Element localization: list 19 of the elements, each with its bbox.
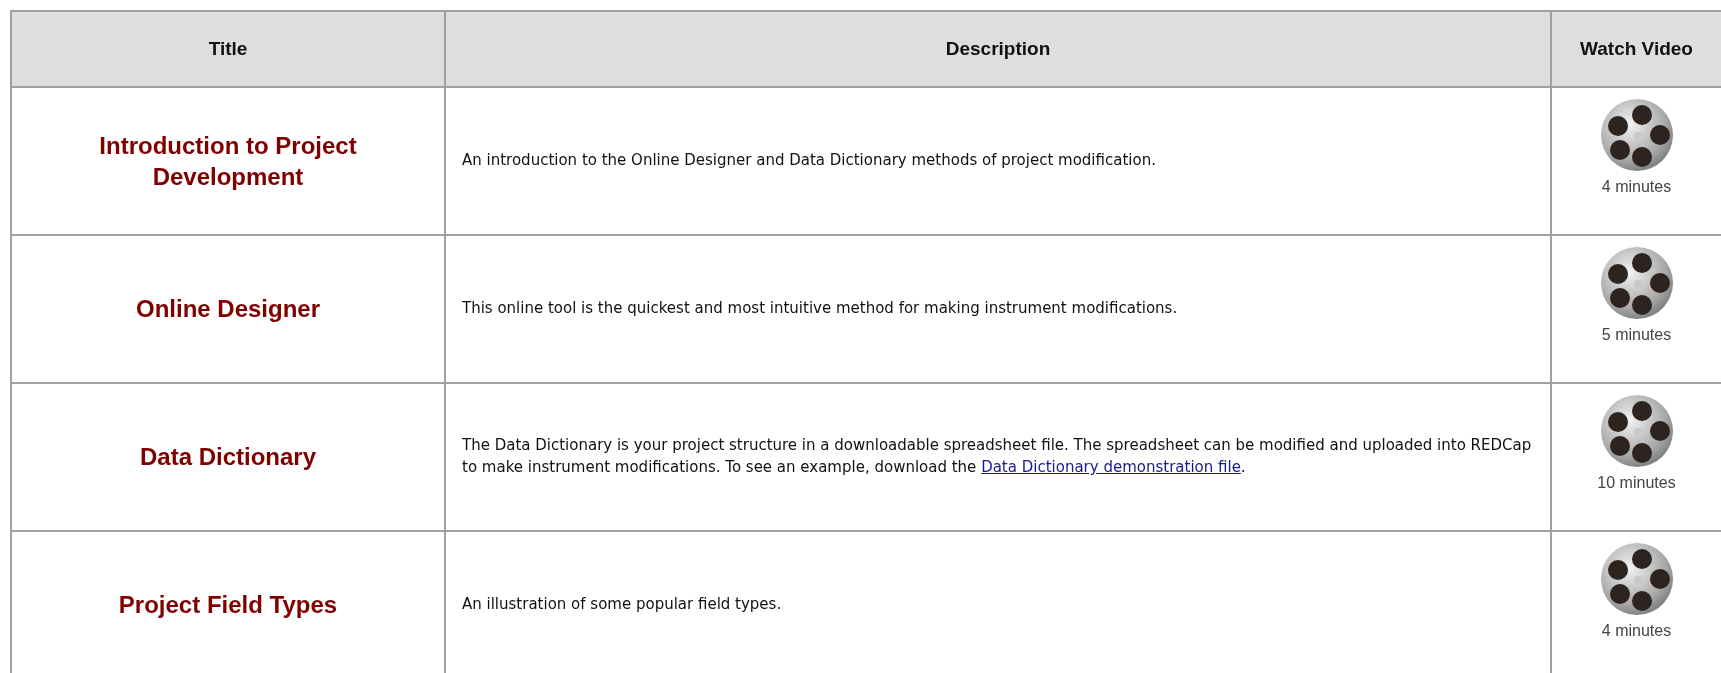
video-title-link[interactable]: Data Dictionary [99, 441, 357, 473]
description-text: This online tool is the quickest and most intuitive method for making instrument modifications. [462, 298, 1179, 320]
video-duration: 5 minutes [1601, 326, 1672, 343]
column-header: Title [208, 38, 248, 59]
video-duration: 10 minutes [1597, 474, 1676, 491]
video-duration: 4 minutes [1601, 622, 1672, 639]
description-text: An illustration of some popular field types. [462, 594, 783, 616]
video-title-link[interactable]: Online Designer [95, 293, 360, 325]
video-duration: 4 minutes [1601, 178, 1672, 195]
video-title-link[interactable]: Project Field Types [78, 589, 378, 621]
film-reel-icon[interactable] [1599, 394, 1674, 468]
column-header: Description [945, 38, 1051, 59]
description-text: The Data Dictionary is your project structure in a downloadable spreadsheet file. The spreadsheet can be modified and uploaded into REDCap to make instrument modifications. To see an example, download the Data Dictionary demonstration file. [462, 435, 1533, 478]
demonstration-file-link[interactable]: Data Dictionary demonstration file [981, 458, 1241, 476]
film-reel-icon[interactable] [1599, 98, 1674, 172]
film-reel-icon[interactable] [1599, 246, 1674, 320]
film-reel-icon[interactable] [1599, 542, 1674, 616]
description-text: An introduction to the Online Designer and Data Dictionary methods of project modification. [462, 150, 1157, 172]
column-header: Watch Video [1580, 38, 1693, 60]
